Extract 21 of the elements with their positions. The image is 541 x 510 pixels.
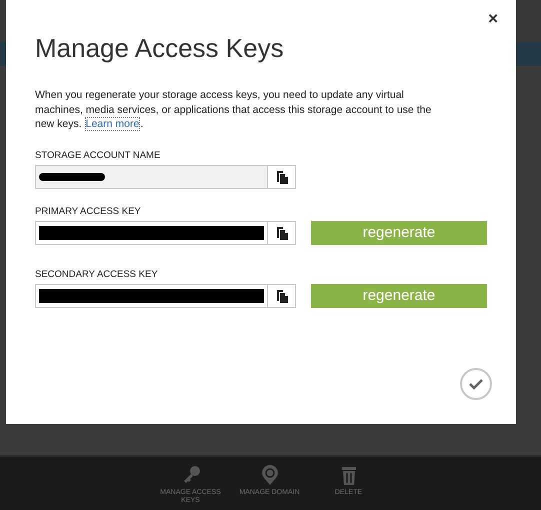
at-pin-icon [260,465,280,486]
close-button[interactable]: × [486,10,500,28]
copy-icon [276,226,288,240]
redaction-mark [39,172,105,180]
dialog-title: Manage Access Keys [35,32,285,65]
learn-more-link[interactable]: Learn more [84,117,140,131]
input-field[interactable] [35,220,268,244]
regenerate-button[interactable]: regenerate [311,284,487,308]
description-text: When you regenerate your storage access keys, you need to update any virtual machines, media services, or applications that access this storage account to use the new keys. Learn more. [35,88,432,132]
copy-button[interactable] [268,284,296,308]
field-label: SECONDARY ACCESS KEY [35,268,159,280]
regenerate-button[interactable]: regenerate [311,220,487,244]
field-label: PRIMARY ACCESS KEY [35,206,142,218]
copy-button[interactable] [268,220,296,244]
input-field[interactable] [35,164,268,188]
field-label: STORAGE ACCOUNT NAME [35,150,162,162]
copy-icon [276,288,288,302]
copy-icon [276,170,288,184]
input-field[interactable] [35,284,268,308]
copy-button[interactable] [268,164,296,188]
confirm-check-icon[interactable] [459,367,493,401]
